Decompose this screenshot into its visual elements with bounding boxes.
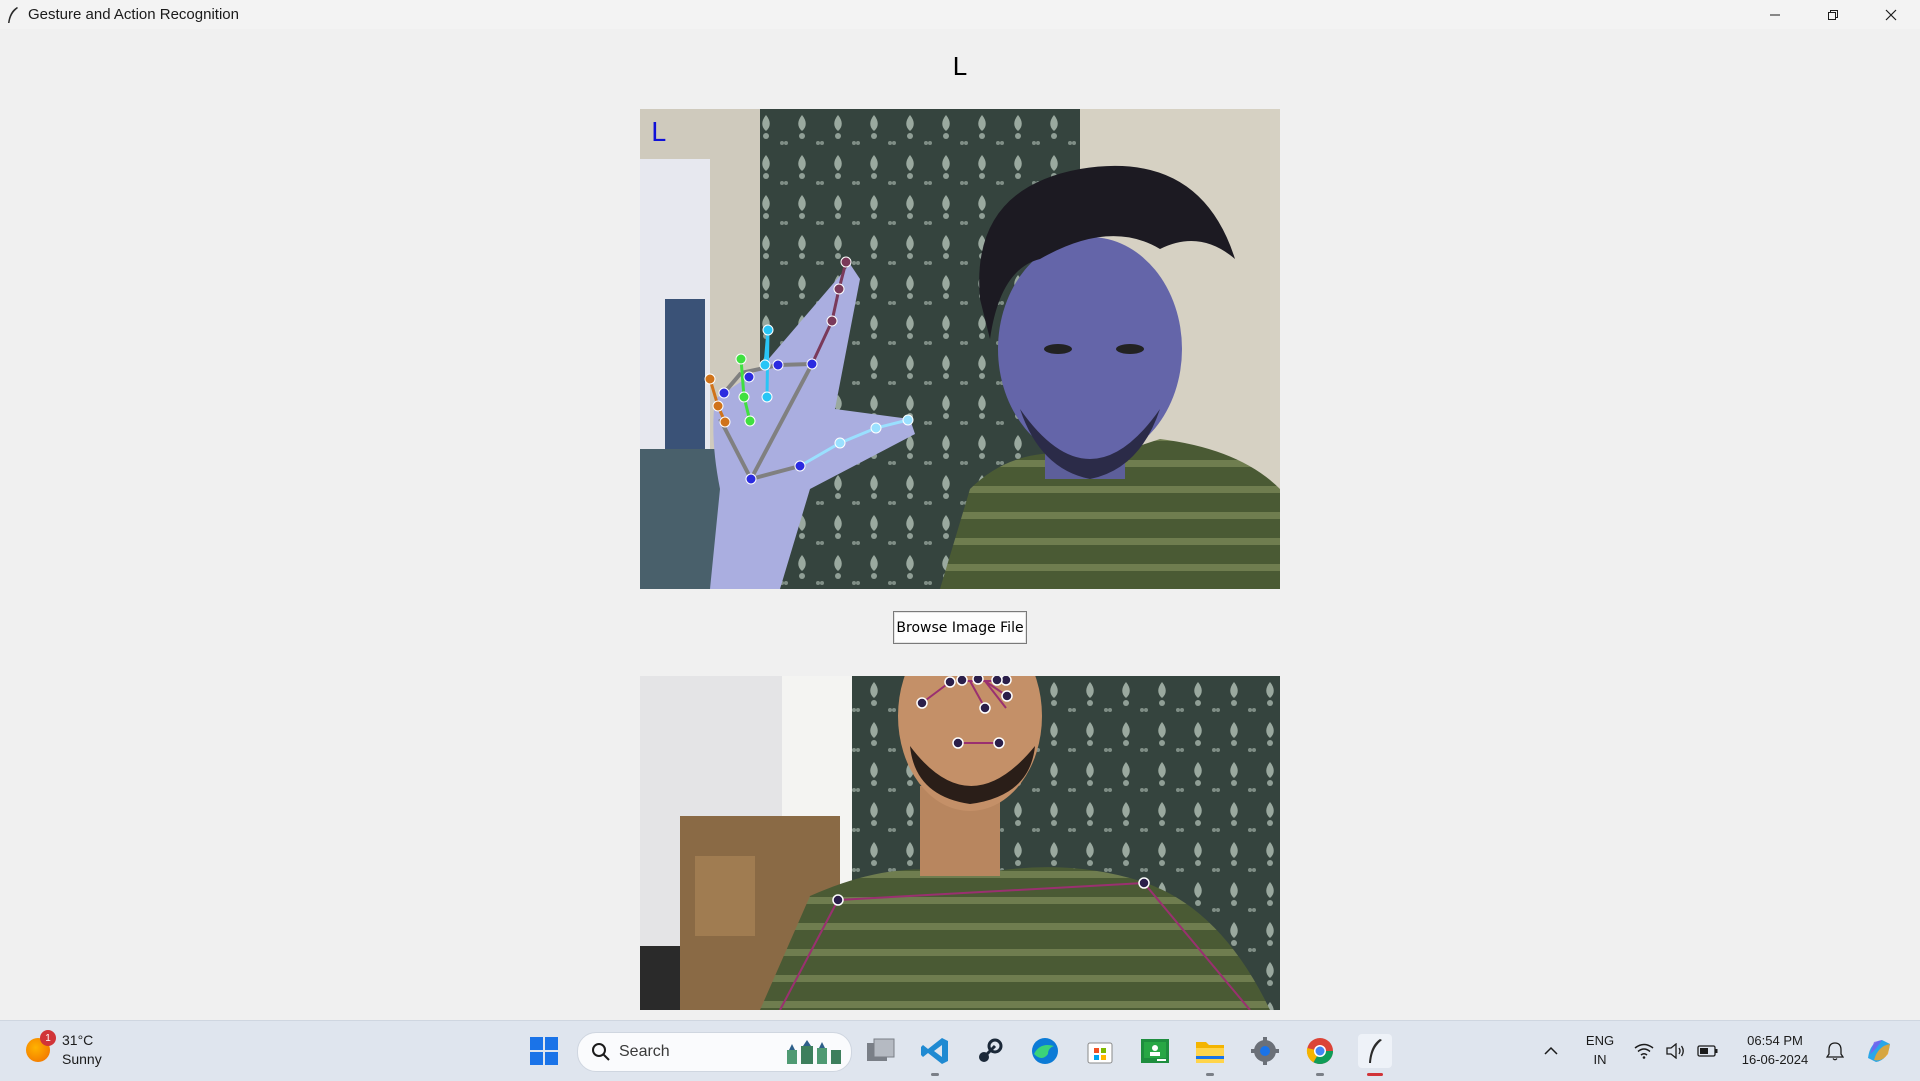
edge-icon (1032, 1038, 1058, 1064)
minimize-icon (1770, 14, 1780, 15)
weather-widget[interactable]: 1 31°C Sunny (26, 1030, 102, 1069)
windows-start-icon (530, 1037, 558, 1065)
restore-icon (1828, 9, 1838, 20)
wifi-icon (1634, 1043, 1654, 1059)
clock-time: 06:54 PM (1747, 1033, 1803, 1048)
browse-image-file-button[interactable]: Browse Image File (893, 611, 1027, 644)
microsoft-store-icon (1087, 1042, 1113, 1064)
settings-icon (1251, 1037, 1279, 1065)
taskbar-search-box[interactable]: Search (577, 1032, 852, 1072)
main-window-content: L L Browse Image File (0, 29, 1920, 1020)
running-indicator (1206, 1073, 1214, 1076)
task-view-button[interactable] (864, 1034, 898, 1068)
edge-button[interactable] (1028, 1034, 1062, 1068)
pose-estimation-image (640, 676, 1280, 1010)
restore-button[interactable] (1804, 0, 1862, 29)
file-explorer-button[interactable] (1193, 1034, 1227, 1068)
windows-taskbar: 1 31°C Sunny Search ENG IN 06:54 PM 16-0… (0, 1020, 1920, 1081)
battery-icon (1697, 1045, 1718, 1057)
sun-icon: 1 (26, 1030, 56, 1062)
vscode-button[interactable] (918, 1034, 952, 1068)
notification-badge: 1 (40, 1030, 56, 1046)
show-hidden-icons-button[interactable] (1536, 1034, 1566, 1068)
running-indicator (931, 1073, 939, 1076)
volume-icon (1666, 1043, 1684, 1059)
overlay-gesture-text: L (651, 118, 666, 148)
python-tk-app-button[interactable] (1358, 1034, 1392, 1068)
window-title: Gesture and Action Recognition (28, 6, 239, 23)
microsoft-store-button[interactable] (1083, 1034, 1117, 1068)
close-button[interactable] (1862, 0, 1920, 29)
weather-temperature: 31°C (62, 1032, 94, 1048)
search-placeholder: Search (619, 1043, 670, 1060)
file-explorer-icon (1196, 1042, 1224, 1063)
wifi-button[interactable] (1632, 1034, 1656, 1068)
language-indicator[interactable]: ENG IN (1578, 1031, 1622, 1069)
clock-date: 16-06-2024 (1741, 1052, 1809, 1067)
classroom-icon (1141, 1039, 1169, 1063)
minimize-button[interactable] (1746, 0, 1804, 29)
vscode-icon (921, 1038, 948, 1064)
steam-icon (979, 1038, 1003, 1062)
chevron-up-icon (1544, 1046, 1558, 1055)
close-icon (1885, 9, 1897, 20)
task-view-icon (867, 1038, 895, 1061)
volume-button[interactable] (1664, 1034, 1688, 1068)
steam-button[interactable] (973, 1034, 1007, 1068)
recognized-gesture-label: L (952, 51, 968, 81)
feather-app-icon (8, 6, 18, 23)
search-highlight-icon (787, 1040, 841, 1064)
hand-gesture-image: L (640, 109, 1280, 589)
clock[interactable]: 06:54 PM 16-06-2024 (1730, 1031, 1820, 1069)
notifications-button[interactable] (1823, 1034, 1847, 1068)
title-bar: Gesture and Action Recognition (0, 0, 1920, 29)
weather-condition: Sunny (62, 1051, 102, 1067)
copilot-button[interactable] (1862, 1034, 1896, 1068)
chrome-button[interactable] (1303, 1034, 1337, 1068)
language-code: ENG (1585, 1033, 1615, 1048)
bell-icon (1826, 1042, 1844, 1061)
classroom-button[interactable] (1138, 1034, 1172, 1068)
copilot-icon (1868, 1040, 1890, 1062)
settings-button[interactable] (1248, 1034, 1282, 1068)
start-button[interactable] (527, 1034, 561, 1068)
search-icon (592, 1043, 610, 1061)
region-code: IN (1593, 1052, 1607, 1067)
running-indicator (1316, 1073, 1324, 1076)
battery-button[interactable] (1696, 1034, 1720, 1068)
python-tk-app-icon (1369, 1039, 1382, 1063)
chrome-icon (1306, 1038, 1334, 1065)
active-app-indicator (1367, 1073, 1383, 1076)
